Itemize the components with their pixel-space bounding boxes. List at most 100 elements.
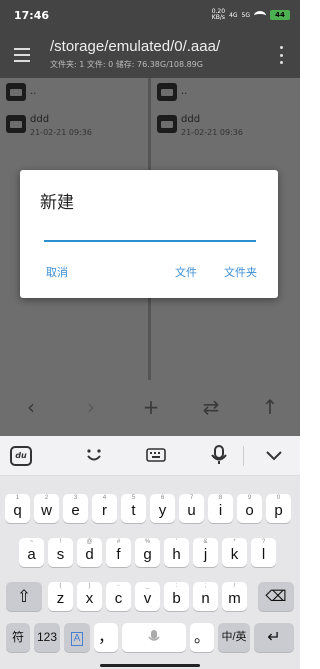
key-v[interactable]: _ v	[135, 582, 160, 611]
key-hint: '	[175, 539, 178, 545]
key-label: y	[158, 502, 167, 519]
key-hint: !	[59, 539, 62, 545]
key-u[interactable]: 7u	[179, 494, 204, 523]
item-date: 21-02-21 09:36	[181, 128, 243, 137]
item-name: ..	[30, 86, 37, 97]
space-key[interactable]	[122, 623, 186, 652]
key-d[interactable]: @ d	[77, 538, 102, 567]
key-hint: /	[233, 583, 236, 589]
name-input[interactable]	[44, 222, 256, 242]
dialog-title: 新建	[40, 193, 74, 213]
key-e[interactable]: 3e	[63, 494, 88, 523]
battery-icon: 44	[270, 10, 290, 20]
du-logo-icon[interactable]: du	[10, 446, 32, 466]
wifi-icon	[254, 10, 266, 20]
symbol-key[interactable]: 符	[6, 623, 30, 652]
up-button[interactable]: ↑	[255, 392, 285, 422]
key-label: r	[102, 502, 107, 519]
key-j[interactable]: & j	[193, 538, 218, 567]
app-bar: /storage/emulated/0/.aaa/ 文件夹: 1 文件: 0 储…	[0, 34, 300, 78]
key-w[interactable]: 2w	[34, 494, 59, 523]
key-r[interactable]: 4r	[92, 494, 117, 523]
key-hint: 3	[73, 495, 78, 501]
key-x[interactable]: ) x	[77, 582, 102, 611]
comma-key[interactable]: ，	[94, 623, 118, 652]
signal-4g-icon: 4G	[229, 11, 238, 19]
key-c[interactable]: -c	[106, 582, 131, 611]
key-hint: @	[86, 539, 93, 545]
key-hint: 0	[276, 495, 281, 501]
key-l[interactable]: ? l	[251, 538, 276, 567]
add-button[interactable]: +	[136, 392, 166, 422]
number-key[interactable]: 123	[34, 623, 60, 652]
emoji-icon[interactable]	[82, 444, 106, 468]
key-label: j	[203, 546, 208, 563]
key-o[interactable]: 9o	[237, 494, 262, 523]
key-label: g	[143, 546, 152, 563]
key-hint: ;	[204, 583, 207, 589]
chevron-down-icon[interactable]	[262, 444, 286, 468]
list-item[interactable]: ..	[151, 78, 300, 110]
period-key[interactable]: 。	[190, 623, 214, 652]
shift-key[interactable]: ⇧	[6, 582, 42, 611]
key-label: v	[143, 590, 152, 607]
path-title: /storage/emulated/0/.aaa/	[50, 38, 221, 55]
key-k[interactable]: * k	[222, 538, 247, 567]
key-hint: 7	[189, 495, 194, 501]
more-options-icon[interactable]	[280, 46, 284, 64]
key-t[interactable]: 5t	[121, 494, 146, 523]
key-label: k	[230, 546, 239, 563]
key-p[interactable]: 0p	[266, 494, 291, 523]
key-b[interactable]: :b	[164, 582, 189, 611]
key-h[interactable]: ' h	[164, 538, 189, 567]
keyboard-icon[interactable]	[144, 444, 168, 468]
list-item[interactable]: ..	[0, 78, 149, 110]
delete-key[interactable]: ⌫	[258, 582, 294, 611]
key-f[interactable]: # f	[106, 538, 131, 567]
forward-button[interactable]: ›	[76, 392, 106, 422]
language-key[interactable]: A	[64, 623, 90, 652]
menu-icon[interactable]	[14, 48, 30, 62]
key-label: b	[172, 590, 181, 607]
list-item[interactable]: ddd 21-02-21 09:36	[0, 110, 149, 142]
language-key-label: A	[71, 632, 83, 646]
key-hint: 9	[247, 495, 252, 501]
new-item-dialog: 新建 取消 文件 文件夹	[20, 170, 278, 298]
key-m[interactable]: / m	[222, 582, 247, 611]
key-hint: )	[88, 583, 91, 589]
new-file-button[interactable]: 文件	[175, 264, 197, 280]
list-item[interactable]: ddd 21-02-21 09:36	[151, 110, 300, 142]
network-speed: 0.20 KB/s	[211, 8, 226, 21]
key-hint: -	[117, 583, 120, 589]
key-g[interactable]: % g	[135, 538, 160, 567]
key-label: q	[13, 502, 22, 519]
space-mic-icon	[148, 630, 160, 641]
back-button[interactable]: ‹	[16, 392, 46, 422]
toolbar-separator	[243, 446, 244, 466]
enter-key[interactable]: ↵	[254, 623, 294, 652]
key-hint: 8	[218, 495, 223, 501]
key-a[interactable]: ~ a	[19, 538, 44, 567]
key-label: c	[114, 590, 123, 607]
key-i[interactable]: 8i	[208, 494, 233, 523]
key-label: l	[261, 546, 266, 563]
key-hint: ?	[261, 539, 266, 545]
cn-en-toggle-key[interactable]: 中/英	[218, 623, 250, 652]
key-label: i	[218, 502, 223, 519]
key-label: t	[131, 502, 136, 519]
microphone-icon[interactable]	[207, 444, 231, 468]
item-name: ddd	[181, 114, 201, 125]
key-y[interactable]: 6y	[150, 494, 175, 523]
home-indicator[interactable]	[100, 664, 200, 667]
item-name: ..	[181, 86, 188, 97]
key-n[interactable]: ; n	[193, 582, 218, 611]
swap-button[interactable]: ⇄	[196, 392, 226, 422]
key-hint: 5	[131, 495, 136, 501]
new-folder-button[interactable]: 文件夹	[224, 264, 257, 280]
key-hint: 6	[160, 495, 165, 501]
key-z[interactable]: (z	[48, 582, 73, 611]
key-s[interactable]: ! s	[48, 538, 73, 567]
key-q[interactable]: 1q	[5, 494, 30, 523]
key-hint: #	[116, 539, 121, 545]
cancel-button[interactable]: 取消	[46, 264, 68, 280]
